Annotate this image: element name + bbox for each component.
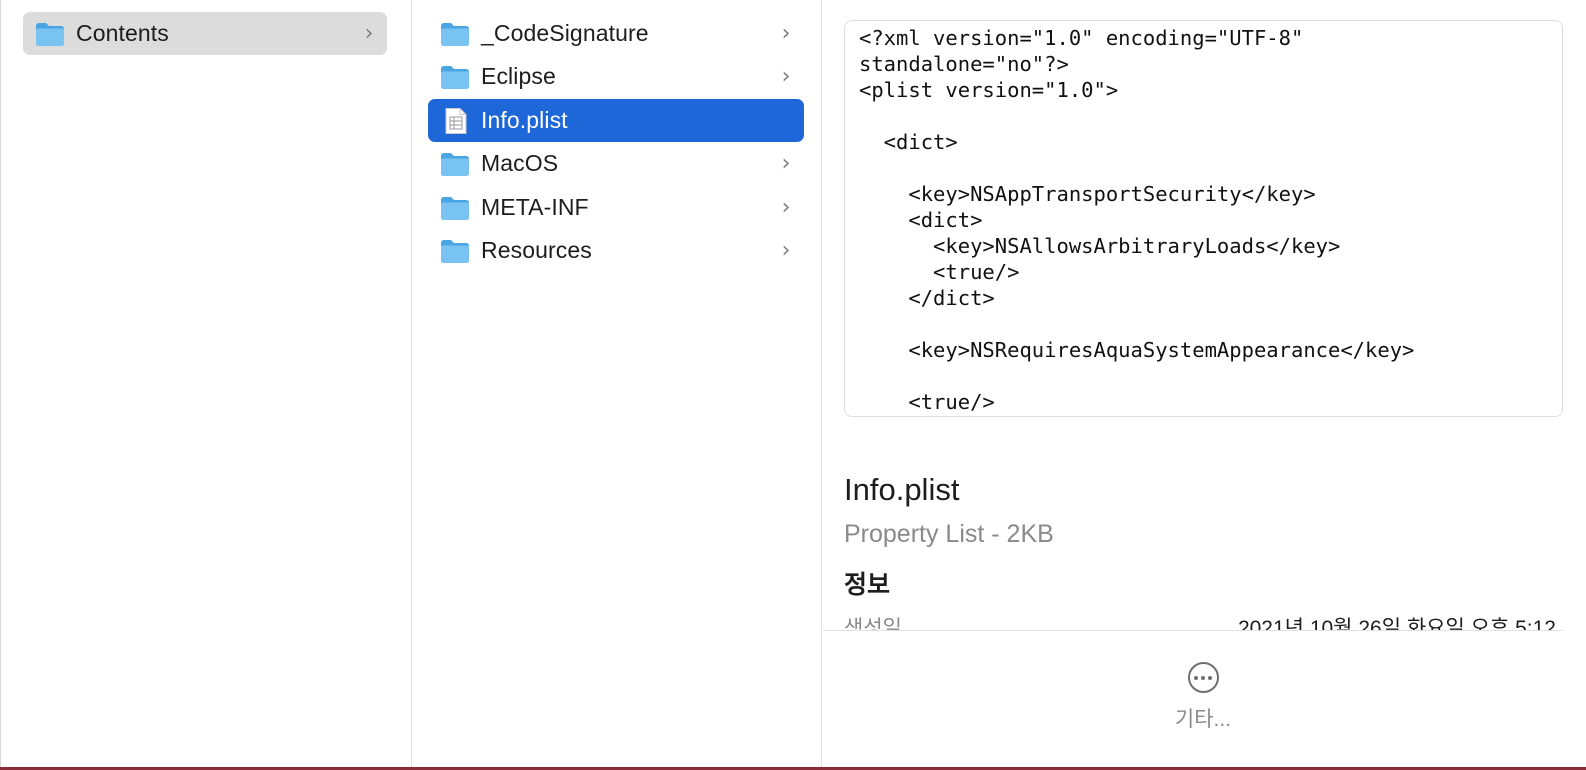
info-file-name: Info.plist [844,472,960,507]
column-item-contents[interactable]: Contents › [23,12,387,55]
column-item-info-plist[interactable]: Info.plist [428,99,804,142]
column-item-meta-inf[interactable]: META-INF › [428,186,804,229]
column-item-codesignature[interactable]: _CodeSignature › [428,12,804,55]
folder-icon [440,195,470,221]
column-item-eclipse[interactable]: Eclipse › [428,55,804,98]
chevron-right-icon: › [781,151,791,176]
chevron-right-icon: › [781,195,791,220]
column-item-label: Resources [481,237,592,263]
plist-code-preview: <?xml version="1.0" encoding="UTF-8" sta… [859,26,1415,414]
more-label: 기타... [1174,708,1232,731]
column-item-label: Info.plist [481,107,568,133]
column-item-macos[interactable]: MacOS › [428,142,804,185]
file-preview[interactable]: <?xml version="1.0" encoding="UTF-8" sta… [844,20,1563,417]
created-value: 2021년 10월 26일 화요일 오후 5:12 [1237,617,1556,630]
chevron-right-icon: › [781,238,791,263]
plist-file-icon [440,107,470,134]
column-item-label: Eclipse [481,63,556,89]
column-2: _CodeSignature › Eclipse › Info.plist Ma… [412,0,822,767]
folder-icon [440,238,470,264]
chevron-right-icon: › [364,21,374,46]
column-1: Contents › [1,0,412,767]
chevron-right-icon: › [781,21,791,46]
more-button[interactable]: 기타... [1167,662,1239,742]
column-item-label: _CodeSignature [481,20,649,46]
chevron-right-icon: › [781,64,791,89]
created-label: 생성일 [844,617,902,630]
column-item-label: MacOS [481,150,559,176]
ellipsis-circle-icon [1187,662,1219,693]
finder-window: Contents › _CodeSignature › Eclipse › In… [0,0,1586,770]
info-file-kind-size: Property List - 2KB [844,520,1054,548]
folder-icon [440,64,470,90]
folder-icon [440,21,470,47]
info-created-row: 생성일 2021년 10월 26일 화요일 오후 5:12 [844,606,1564,630]
column-item-label: Contents [76,20,169,46]
folder-icon [440,151,470,177]
column-item-resources[interactable]: Resources › [428,229,804,272]
divider [823,630,1563,631]
info-section-heading: 정보 [844,571,891,599]
column-item-label: META-INF [481,194,589,220]
folder-icon [35,21,65,47]
